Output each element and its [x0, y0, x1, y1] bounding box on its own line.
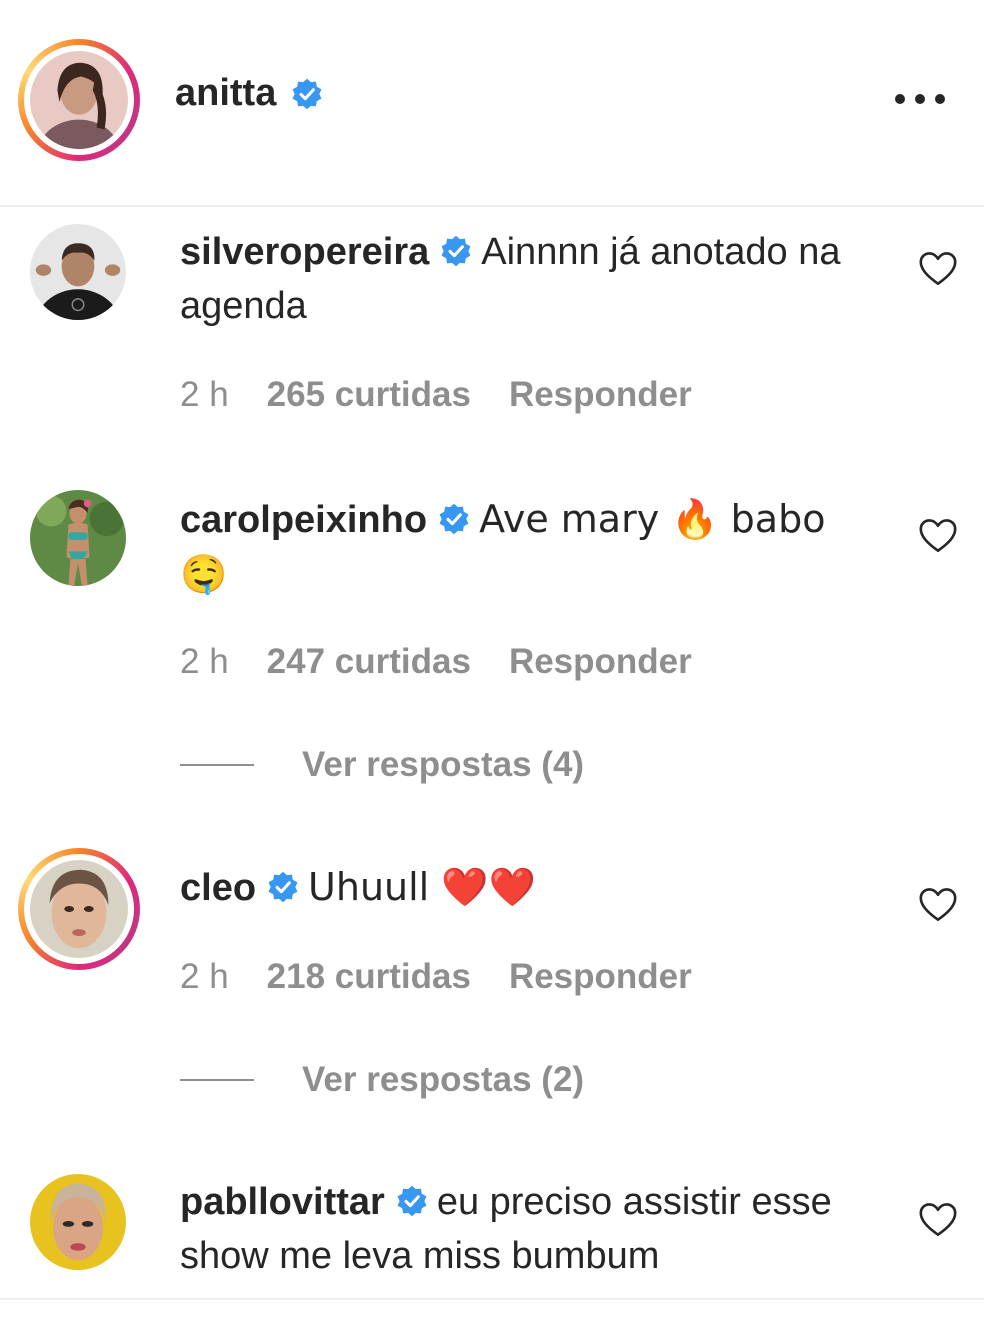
comment-time: 2 h — [180, 642, 229, 681]
comment-avatar[interactable] — [30, 1174, 126, 1270]
author-username[interactable]: anitta — [175, 72, 324, 115]
comment-username[interactable]: silveropereira — [180, 231, 429, 273]
pabllovittar-avatar-photo — [30, 1174, 126, 1270]
heart-outline-icon[interactable] — [918, 887, 958, 923]
view-replies-label[interactable]: Ver respostas (4) — [302, 745, 584, 785]
verified-badge-icon — [441, 235, 471, 267]
post-header: anitta — [0, 0, 984, 207]
author-username-text[interactable]: anitta — [175, 72, 276, 115]
replies-divider — [180, 764, 254, 766]
verified-badge-icon — [439, 503, 469, 535]
comment-meta: 2 h 218 curtidas Responder — [180, 957, 692, 997]
comment-body: cleo Uhuull ❤️❤️ — [180, 860, 880, 915]
comment-time: 2 h — [180, 375, 229, 414]
view-replies-button[interactable]: Ver respostas (4) — [180, 745, 584, 785]
verified-badge-icon — [268, 871, 298, 903]
comments-bottom-border — [0, 1298, 984, 1300]
comment-likes[interactable]: 265 curtidas — [267, 375, 471, 415]
heart-outline-icon[interactable] — [918, 1202, 958, 1238]
author-avatar[interactable] — [18, 39, 140, 161]
view-replies-button[interactable]: Ver respostas (2) — [180, 1060, 584, 1100]
replies-divider — [180, 1079, 254, 1081]
comment-body: silveropereira Ainnnn já anotado na agen… — [180, 225, 880, 333]
comment-username[interactable]: cleo — [180, 867, 256, 909]
reply-button[interactable]: Responder — [509, 642, 692, 682]
comment-avatar[interactable] — [18, 848, 140, 970]
carolpeixinho-avatar-photo — [30, 490, 126, 586]
comment-meta: 2 h 247 curtidas Responder — [180, 642, 692, 682]
comment-body: carolpeixinho Ave mary 🔥 babo 🤤 — [180, 492, 880, 602]
comment-avatar[interactable] — [30, 490, 126, 586]
comment-username[interactable]: pabllovittar — [180, 1181, 385, 1223]
view-replies-label[interactable]: Ver respostas (2) — [302, 1060, 584, 1100]
comment-avatar[interactable] — [30, 224, 126, 320]
silveropereira-avatar-photo — [30, 224, 126, 320]
comment-meta: 2 h 265 curtidas Responder — [180, 375, 692, 415]
heart-outline-icon[interactable] — [918, 518, 958, 554]
cleo-avatar-photo — [30, 860, 128, 958]
author-avatar-photo — [30, 51, 128, 149]
verified-badge-icon — [292, 78, 322, 109]
reply-button[interactable]: Responder — [509, 957, 692, 997]
comment-likes[interactable]: 218 curtidas — [267, 957, 471, 997]
comment-time: 2 h — [180, 957, 229, 996]
more-options-icon[interactable] — [895, 88, 945, 110]
heart-outline-icon[interactable] — [918, 251, 958, 287]
comment-text: Uhuull ❤️❤️ — [308, 865, 536, 909]
comment-body: pabllovittar eu preciso assistir esse sh… — [180, 1175, 880, 1283]
reply-button[interactable]: Responder — [509, 375, 692, 415]
verified-badge-icon — [397, 1185, 427, 1217]
comment-likes[interactable]: 247 curtidas — [267, 642, 471, 682]
comment-username[interactable]: carolpeixinho — [180, 499, 427, 541]
